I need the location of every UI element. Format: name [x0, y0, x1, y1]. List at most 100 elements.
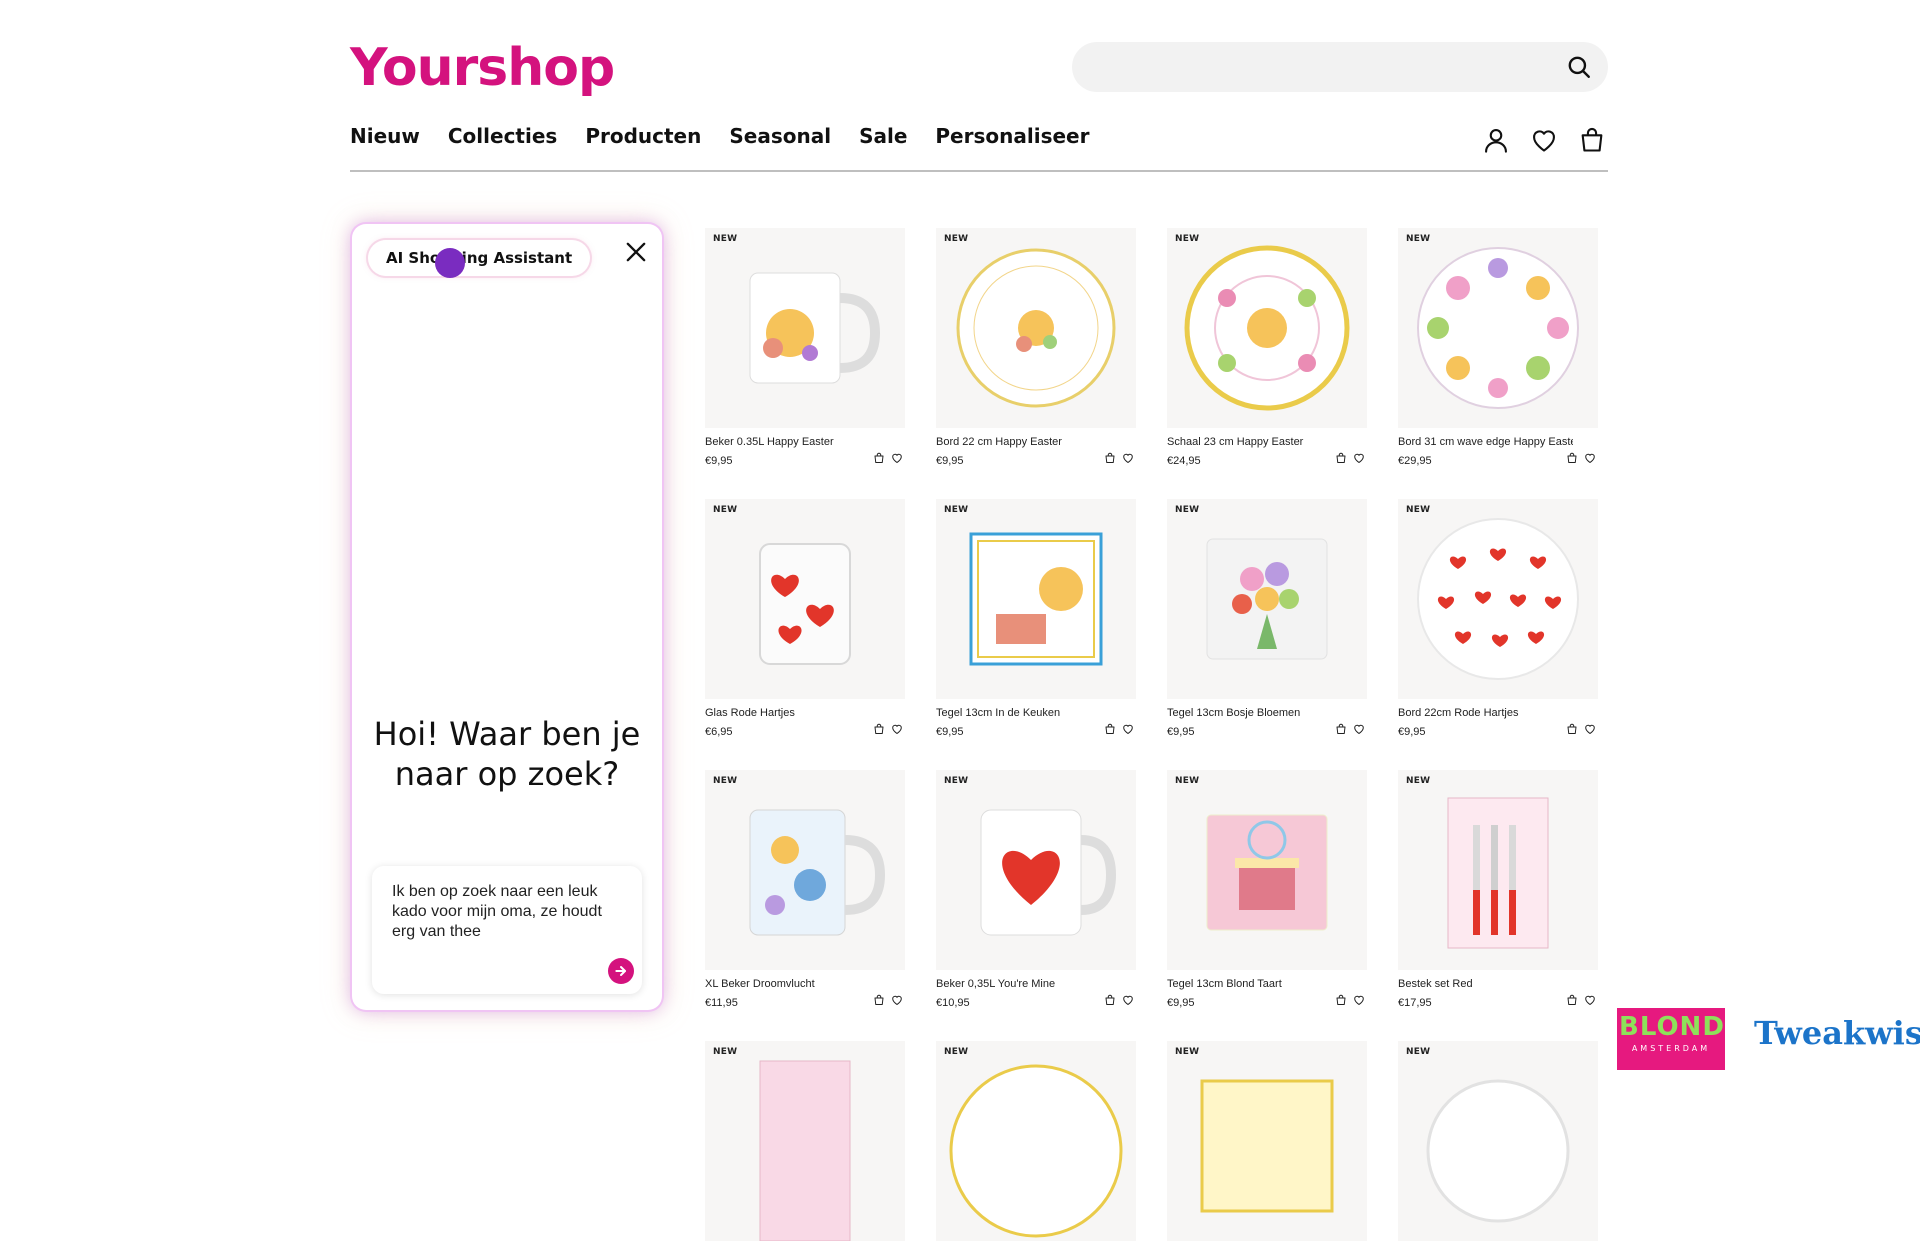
product-actions	[873, 452, 903, 464]
add-to-cart-icon[interactable]	[1335, 452, 1347, 464]
product-price: €9,95	[1167, 726, 1195, 738]
site-logo[interactable]: Yourshop	[350, 38, 615, 98]
product-image[interactable]: NEW	[936, 1041, 1136, 1241]
product-image[interactable]: NEW	[705, 228, 905, 428]
arrow-right-icon	[615, 966, 626, 976]
nav-item-nieuw[interactable]: Nieuw	[350, 124, 420, 148]
product-actions	[1104, 994, 1134, 1006]
wishlist-heart-icon[interactable]	[891, 452, 903, 464]
new-badge: NEW	[944, 776, 969, 786]
shopping-bag-icon[interactable]	[1578, 126, 1606, 154]
wishlist-heart-icon[interactable]	[1584, 994, 1596, 1006]
send-button[interactable]	[608, 958, 634, 984]
product-actions	[1335, 452, 1365, 464]
wishlist-heart-icon[interactable]	[1353, 452, 1365, 464]
wishlist-heart-icon[interactable]	[1353, 723, 1365, 735]
assistant-pill[interactable]: AI Shopping Assistant	[368, 240, 591, 276]
add-to-cart-icon[interactable]	[1335, 994, 1347, 1006]
nav-item-collecties[interactable]: Collecties	[448, 124, 557, 148]
product-image[interactable]: NEW	[1167, 770, 1367, 970]
new-badge: NEW	[713, 234, 738, 244]
product-name[interactable]: Tegel 13cm Bosje Bloemen	[1167, 707, 1342, 719]
account-icon[interactable]	[1482, 126, 1510, 154]
product-price: €24,95	[1167, 455, 1201, 467]
product-name[interactable]: Schaal 23 cm Happy Easter	[1167, 436, 1342, 448]
nav-item-sale[interactable]: Sale	[859, 124, 907, 148]
product-actions	[1104, 723, 1134, 735]
add-to-cart-icon[interactable]	[873, 452, 885, 464]
product-actions	[1566, 994, 1596, 1006]
assistant-prompt-text[interactable]: Ik ben op zoek naar een leuk kado voor m…	[392, 882, 622, 942]
add-to-cart-icon[interactable]	[1104, 452, 1116, 464]
product-price: €9,95	[936, 726, 964, 738]
product-price: €9,95	[1167, 997, 1195, 1009]
main-nav: Nieuw Collecties Producten Seasonal Sale…	[350, 124, 1089, 148]
product-image[interactable]: NEW	[1398, 1041, 1598, 1241]
wishlist-heart-icon[interactable]	[1122, 452, 1134, 464]
product-image[interactable]: NEW	[936, 770, 1136, 970]
product-image[interactable]: NEW	[705, 499, 905, 699]
new-badge: NEW	[944, 505, 969, 515]
tweakwise-logo: Tweakwise	[1754, 1014, 1920, 1052]
search-bar[interactable]	[1072, 42, 1608, 92]
wishlist-heart-icon[interactable]	[1353, 994, 1365, 1006]
wishlist-heart-icon[interactable]	[1122, 723, 1134, 735]
search-icon[interactable]	[1566, 54, 1592, 80]
add-to-cart-icon[interactable]	[873, 723, 885, 735]
blond-amsterdam-logo: BLOND AMSTERDAM	[1617, 1008, 1725, 1070]
product-image[interactable]: NEW	[1398, 228, 1598, 428]
nav-item-personaliseer[interactable]: Personaliseer	[935, 124, 1089, 148]
new-badge: NEW	[713, 1047, 738, 1057]
wishlist-heart-icon[interactable]	[1584, 452, 1596, 464]
add-to-cart-icon[interactable]	[1566, 994, 1578, 1006]
new-badge: NEW	[1406, 1047, 1431, 1057]
assistant-input-card[interactable]: Ik ben op zoek naar een leuk kado voor m…	[372, 866, 642, 994]
product-image[interactable]: NEW	[705, 770, 905, 970]
wishlist-heart-icon[interactable]	[1122, 994, 1134, 1006]
new-badge: NEW	[1175, 1047, 1200, 1057]
wishlist-heart-icon[interactable]	[891, 994, 903, 1006]
blond-logo-text: BLOND	[1619, 1012, 1725, 1042]
product-name[interactable]: Glas Rode Hartjes	[705, 707, 880, 719]
product-price: €9,95	[705, 455, 733, 467]
blond-logo-subtext: AMSTERDAM	[1631, 1044, 1711, 1053]
product-name[interactable]: Bord 22cm Rode Hartjes	[1398, 707, 1573, 719]
product-image[interactable]: NEW	[705, 1041, 905, 1241]
product-name[interactable]: XL Beker Droomvlucht	[705, 978, 880, 990]
wishlist-heart-icon[interactable]	[1584, 723, 1596, 735]
product-name[interactable]: Beker 0.35L Happy Easter	[705, 436, 880, 448]
new-badge: NEW	[944, 234, 969, 244]
product-name[interactable]: Bestek set Red	[1398, 978, 1573, 990]
nav-item-producten[interactable]: Producten	[585, 124, 701, 148]
add-to-cart-icon[interactable]	[1566, 452, 1578, 464]
product-name[interactable]: Bord 22 cm Happy Easter	[936, 436, 1111, 448]
product-actions	[1104, 452, 1134, 464]
product-image[interactable]: NEW	[1167, 228, 1367, 428]
nav-item-seasonal[interactable]: Seasonal	[729, 124, 831, 148]
product-name[interactable]: Tegel 13cm In de Keuken	[936, 707, 1111, 719]
product-name[interactable]: Tegel 13cm Blond Taart	[1167, 978, 1342, 990]
product-image[interactable]: NEW	[1398, 770, 1598, 970]
product-name[interactable]: Beker 0,35L You're Mine	[936, 978, 1111, 990]
product-actions	[1566, 723, 1596, 735]
add-to-cart-icon[interactable]	[1335, 723, 1347, 735]
product-name[interactable]: Bord 31 cm wave edge Happy Easter	[1398, 436, 1573, 448]
new-badge: NEW	[1406, 776, 1431, 786]
product-image[interactable]: NEW	[936, 499, 1136, 699]
product-image[interactable]: NEW	[1398, 499, 1598, 699]
close-icon[interactable]	[622, 238, 650, 266]
add-to-cart-icon[interactable]	[1104, 723, 1116, 735]
wishlist-heart-icon[interactable]	[1530, 126, 1558, 154]
wishlist-heart-icon[interactable]	[891, 723, 903, 735]
new-badge: NEW	[713, 776, 738, 786]
new-badge: NEW	[1406, 234, 1431, 244]
add-to-cart-icon[interactable]	[1104, 994, 1116, 1006]
product-price: €17,95	[1398, 997, 1432, 1009]
new-badge: NEW	[1175, 234, 1200, 244]
add-to-cart-icon[interactable]	[873, 994, 885, 1006]
product-image[interactable]: NEW	[936, 228, 1136, 428]
product-image[interactable]: NEW	[1167, 499, 1367, 699]
product-image[interactable]: NEW	[1167, 1041, 1367, 1241]
new-badge: NEW	[944, 1047, 969, 1057]
add-to-cart-icon[interactable]	[1566, 723, 1578, 735]
